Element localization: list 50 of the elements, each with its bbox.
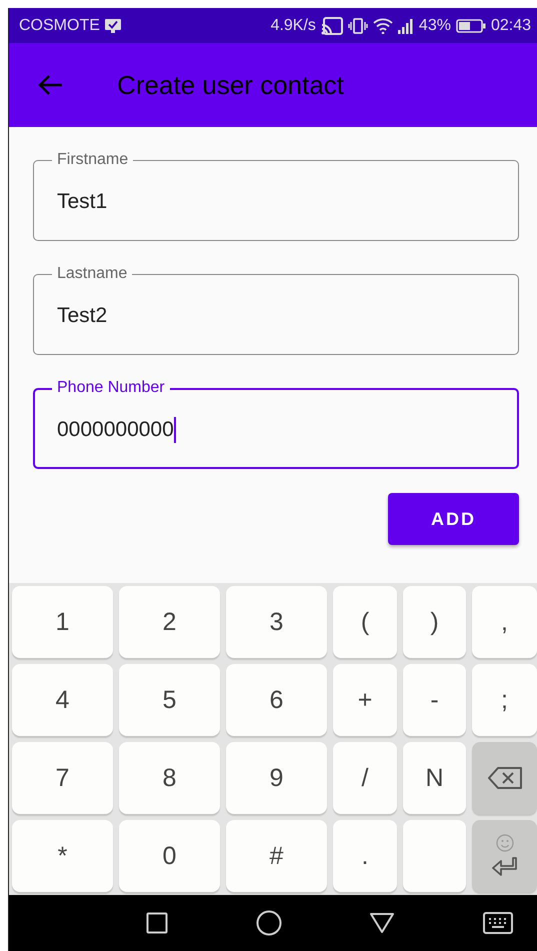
home-circle-icon[interactable] bbox=[256, 910, 282, 936]
keyboard-key[interactable]: N bbox=[403, 742, 466, 814]
backspace-key[interactable] bbox=[472, 742, 537, 814]
keyboard-key[interactable]: + bbox=[333, 664, 397, 736]
keyboard-key[interactable]: , bbox=[472, 586, 537, 658]
keyboard-key[interactable]: . bbox=[333, 820, 397, 892]
keyboard-key[interactable]: 3 bbox=[226, 586, 327, 658]
keyboard-key[interactable]: * bbox=[12, 820, 113, 892]
keyboard-key[interactable]: 0 bbox=[119, 820, 220, 892]
keyboard-key[interactable]: 5 bbox=[119, 664, 220, 736]
back-arrow-icon[interactable] bbox=[37, 74, 63, 96]
signal-icon bbox=[398, 18, 414, 34]
keyboard-key[interactable]: / bbox=[333, 742, 397, 814]
screen-title: Create user contact bbox=[117, 70, 344, 100]
keyboard-key[interactable]: ( bbox=[333, 586, 397, 658]
backspace-icon bbox=[486, 766, 522, 790]
keyboard-key[interactable]: ) bbox=[403, 586, 466, 658]
keyboard-key[interactable]: 7 bbox=[12, 742, 113, 814]
add-button[interactable]: ADD bbox=[388, 493, 519, 545]
input-field[interactable]: Phone Number 0000000000 bbox=[33, 379, 519, 469]
input-field[interactable]: Firstname Test1 bbox=[33, 151, 519, 241]
carrier-name: COSMOTE bbox=[19, 16, 100, 34]
cast-icon bbox=[320, 16, 343, 34]
battery-percent: 43% bbox=[418, 16, 451, 34]
keyboard-key[interactable]: 1 bbox=[12, 586, 113, 658]
battery-icon bbox=[456, 18, 486, 32]
field-value: Test1 bbox=[57, 190, 108, 214]
field-value: 0000000000 bbox=[57, 418, 174, 442]
keyboard-key[interactable]: 2 bbox=[119, 586, 220, 658]
keyboard-key[interactable]: 6 bbox=[226, 664, 327, 736]
keyboard-key[interactable]: - bbox=[403, 664, 466, 736]
keyboard-key[interactable]: # bbox=[226, 820, 327, 892]
input-field[interactable]: Lastname Test2 bbox=[33, 265, 519, 355]
recents-square-icon[interactable] bbox=[146, 912, 168, 934]
vibrate-icon bbox=[348, 18, 368, 34]
back-triangle-icon[interactable] bbox=[369, 912, 396, 934]
enter-arrow-icon bbox=[490, 856, 518, 878]
keyboard-key[interactable]: 4 bbox=[12, 664, 113, 736]
keyboard-icon[interactable] bbox=[482, 912, 513, 934]
wifi-icon bbox=[372, 18, 393, 34]
clock-time: 02:43 bbox=[490, 16, 531, 34]
monitor-check-icon bbox=[104, 18, 121, 32]
field-value: Test2 bbox=[57, 304, 108, 328]
smiley-icon bbox=[496, 834, 514, 852]
keyboard-key[interactable]: 9 bbox=[226, 742, 327, 814]
network-speed: 4.9K/s bbox=[270, 16, 316, 34]
keyboard-key[interactable]: 8 bbox=[119, 742, 220, 814]
text-cursor bbox=[174, 416, 176, 442]
enter-key[interactable] bbox=[472, 820, 537, 892]
keyboard-key[interactable]: ; bbox=[472, 664, 537, 736]
